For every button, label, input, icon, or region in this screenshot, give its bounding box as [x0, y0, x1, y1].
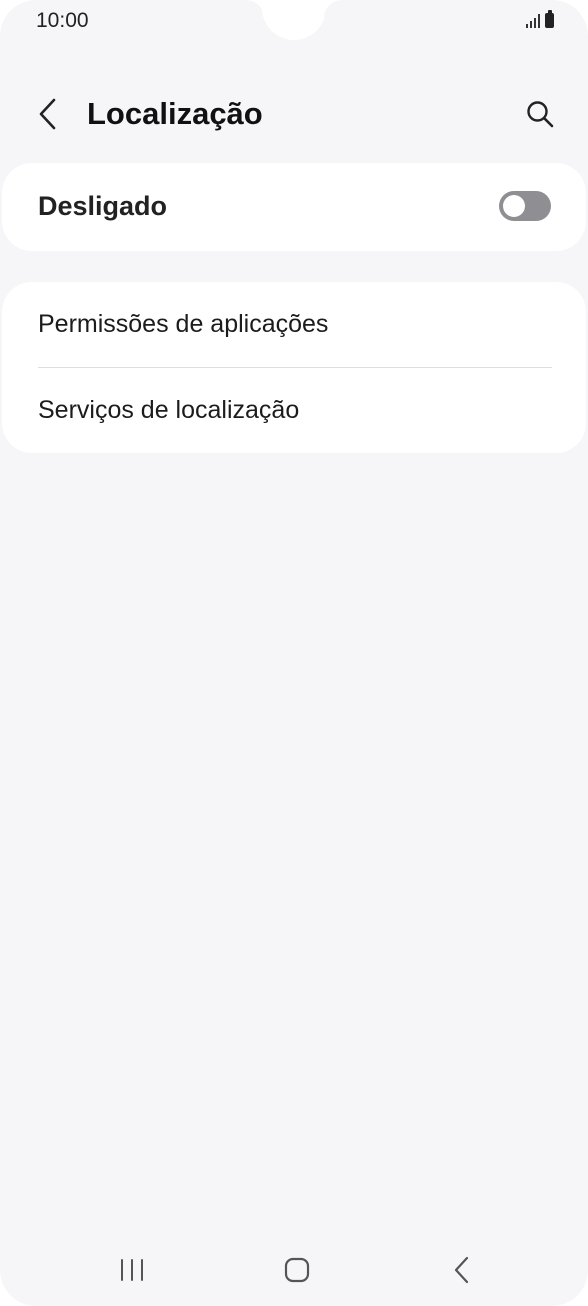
- phone-screen: 10:00 Localização Desligado Permissões d…: [0, 0, 588, 1306]
- toggle-label: Desligado: [38, 191, 168, 221]
- status-icons: [526, 10, 554, 28]
- page-title: Localização: [87, 96, 263, 131]
- battery-icon: [545, 10, 554, 28]
- list-item-location-services[interactable]: Serviços de localização: [2, 368, 586, 453]
- switch-knob: [503, 195, 525, 217]
- recents-button[interactable]: [102, 1250, 162, 1290]
- home-icon: [284, 1257, 310, 1283]
- search-button[interactable]: [518, 92, 562, 136]
- list-item-app-permissions[interactable]: Permissões de aplicações: [2, 282, 586, 367]
- search-icon: [527, 101, 554, 128]
- back-icon: [454, 1256, 469, 1284]
- navigation-bar: [0, 1236, 588, 1306]
- list-item-label: Permissões de aplicações: [38, 310, 329, 338]
- location-switch[interactable]: [499, 191, 551, 221]
- chevron-left-icon: [39, 98, 56, 130]
- app-header: Localização: [0, 80, 588, 150]
- signal-icon: [526, 12, 540, 28]
- nav-back-button[interactable]: [432, 1250, 492, 1290]
- back-button[interactable]: [26, 92, 70, 136]
- recents-icon: [121, 1259, 143, 1281]
- settings-list-card: Permissões de aplicações Serviços de loc…: [2, 282, 586, 453]
- location-toggle-card[interactable]: Desligado: [2, 163, 586, 251]
- status-time: 10:00: [36, 9, 89, 32]
- home-button[interactable]: [267, 1250, 327, 1290]
- list-item-label: Serviços de localização: [38, 396, 300, 424]
- camera-notch: [262, 0, 326, 40]
- notch-shoulder: [324, 0, 342, 18]
